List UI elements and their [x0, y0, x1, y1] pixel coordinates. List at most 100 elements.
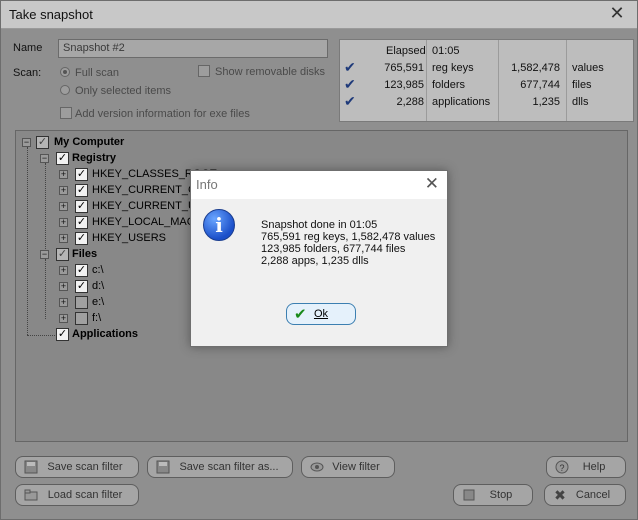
registry-key-label[interactable]: HKEY_USERS	[92, 232, 166, 244]
files-label: files	[572, 79, 592, 91]
check-icon: ✔	[344, 76, 356, 92]
save-icon	[24, 460, 38, 474]
help-icon: ?	[555, 460, 569, 474]
key-checkbox[interactable]: ✓	[75, 184, 88, 197]
check-icon: ✔	[344, 59, 356, 75]
applications-label: applications	[432, 96, 491, 108]
only-selected-radio[interactable]	[60, 85, 70, 95]
files-checkbox[interactable]: ✓	[56, 248, 69, 261]
add-version-checkbox[interactable]	[60, 107, 72, 119]
expand-icon[interactable]: +	[59, 266, 68, 275]
stop-label: Stop	[489, 489, 513, 501]
key-checkbox[interactable]: ✓	[75, 216, 88, 229]
reg-keys-count: 765,591	[384, 62, 424, 74]
window-title: Take snapshot	[9, 7, 93, 22]
drive-label[interactable]: f:\	[92, 312, 101, 324]
key-checkbox[interactable]: ✓	[75, 168, 88, 181]
message-line: 123,985 folders, 677,744 files	[261, 243, 406, 255]
key-checkbox[interactable]: ✓	[75, 200, 88, 213]
only-selected-label: Only selected items	[75, 85, 171, 97]
expand-icon[interactable]: +	[59, 218, 68, 227]
expand-icon[interactable]: +	[59, 234, 68, 243]
drive-checkbox[interactable]: ✓	[75, 280, 88, 293]
dialog-close-button[interactable]: ✕	[425, 174, 439, 194]
info-dialog: Info ✕ i Snapshot done in 01:05 765,591 …	[190, 170, 448, 347]
expand-icon[interactable]: +	[59, 282, 68, 291]
stop-button[interactable]: Stop	[453, 484, 533, 506]
collapse-icon[interactable]: −	[40, 250, 49, 259]
elapsed-value: 01:05	[432, 45, 460, 57]
key-checkbox[interactable]: ✓	[75, 232, 88, 245]
files-count: 677,744	[520, 79, 560, 91]
save-scan-filter-as-label: Save scan filter as...	[179, 461, 279, 473]
save-scan-filter-button[interactable]: Save scan filter	[15, 456, 139, 478]
expand-icon[interactable]: +	[59, 170, 68, 179]
applications-label[interactable]: Applications	[72, 328, 138, 340]
expand-icon[interactable]: +	[59, 314, 68, 323]
info-icon: i	[203, 209, 235, 241]
applications-count: 2,288	[396, 96, 424, 108]
show-removable-checkbox[interactable]	[198, 65, 210, 77]
folders-label: folders	[432, 79, 466, 91]
dlls-count: 1,235	[532, 96, 560, 108]
ok-button[interactable]: ✔ Ok	[286, 303, 356, 325]
title-bar: Take snapshot ✕	[1, 1, 637, 29]
collapse-icon[interactable]: −	[40, 154, 49, 163]
full-scan-label: Full scan	[75, 67, 120, 79]
folder-icon	[24, 488, 38, 502]
collapse-icon[interactable]: −	[22, 138, 31, 147]
registry-label[interactable]: Registry	[72, 152, 116, 164]
scan-label: Scan:	[13, 67, 42, 79]
registry-key-label[interactable]: HKEY_CURRENT_US	[92, 200, 203, 212]
values-label: values	[572, 62, 604, 74]
applications-checkbox[interactable]: ✓	[56, 328, 69, 341]
drive-checkbox[interactable]	[75, 312, 88, 325]
view-filter-button[interactable]: View filter	[301, 456, 395, 478]
svg-text:?: ?	[560, 463, 565, 473]
load-scan-filter-button[interactable]: Load scan filter	[15, 484, 139, 506]
values-count: 1,582,478	[511, 62, 560, 74]
registry-key-label[interactable]: HKEY_LOCAL_MACH	[92, 216, 203, 228]
dialog-title-bar: Info ✕	[191, 171, 447, 199]
cancel-button[interactable]: ✖ Cancel	[544, 484, 626, 506]
files-label[interactable]: Files	[72, 248, 97, 260]
full-scan-radio[interactable]	[60, 67, 70, 77]
expand-icon[interactable]: +	[59, 202, 68, 211]
drive-checkbox[interactable]: ✓	[75, 264, 88, 277]
save-as-icon	[156, 460, 170, 474]
my-computer-label[interactable]: My Computer	[54, 136, 124, 148]
save-scan-filter-as-button[interactable]: Save scan filter as...	[147, 456, 293, 478]
help-label: Help	[582, 461, 606, 473]
check-icon: ✔	[344, 93, 356, 109]
registry-key-label[interactable]: HKEY_CURRENT_CO	[92, 184, 204, 196]
add-version-label: Add version information for exe files	[75, 108, 250, 120]
name-label: Name	[13, 42, 43, 54]
window-close-button[interactable]: ✕	[605, 3, 629, 24]
reg-keys-label: reg keys	[432, 62, 474, 74]
stop-icon	[462, 488, 476, 502]
registry-checkbox[interactable]: ✓	[56, 152, 69, 165]
elapsed-label: Elapsed	[386, 45, 426, 57]
message-line: 765,591 reg keys, 1,582,478 values	[261, 231, 436, 243]
drive-label[interactable]: d:\	[92, 280, 104, 292]
drive-label[interactable]: e:\	[92, 296, 104, 308]
cancel-label: Cancel	[575, 489, 611, 501]
my-computer-checkbox[interactable]: ✓	[36, 136, 49, 149]
stats-panel: Elapsed 01:05 ✔ 765,591 reg keys 1,582,4…	[339, 39, 634, 122]
expand-icon[interactable]: +	[59, 186, 68, 195]
dialog-message: Snapshot done in 01:05 765,591 reg keys,…	[261, 219, 435, 267]
expand-icon[interactable]: +	[59, 298, 68, 307]
ok-label: Ok	[313, 308, 329, 320]
dialog-title: Info	[196, 177, 218, 192]
show-removable-label: Show removable disks	[215, 66, 326, 78]
drive-label[interactable]: c:\	[92, 264, 104, 276]
cancel-icon: ✖	[554, 487, 566, 503]
drive-checkbox[interactable]	[75, 296, 88, 309]
message-line: 2,288 apps, 1,235 dlls	[261, 255, 369, 267]
save-scan-filter-label: Save scan filter	[47, 461, 123, 473]
help-button[interactable]: ? Help	[546, 456, 626, 478]
view-icon	[310, 460, 324, 474]
message-line: Snapshot done in 01:05	[261, 219, 378, 231]
load-scan-filter-label: Load scan filter	[47, 489, 123, 501]
snapshot-name-field[interactable]: Snapshot #2	[58, 39, 328, 58]
